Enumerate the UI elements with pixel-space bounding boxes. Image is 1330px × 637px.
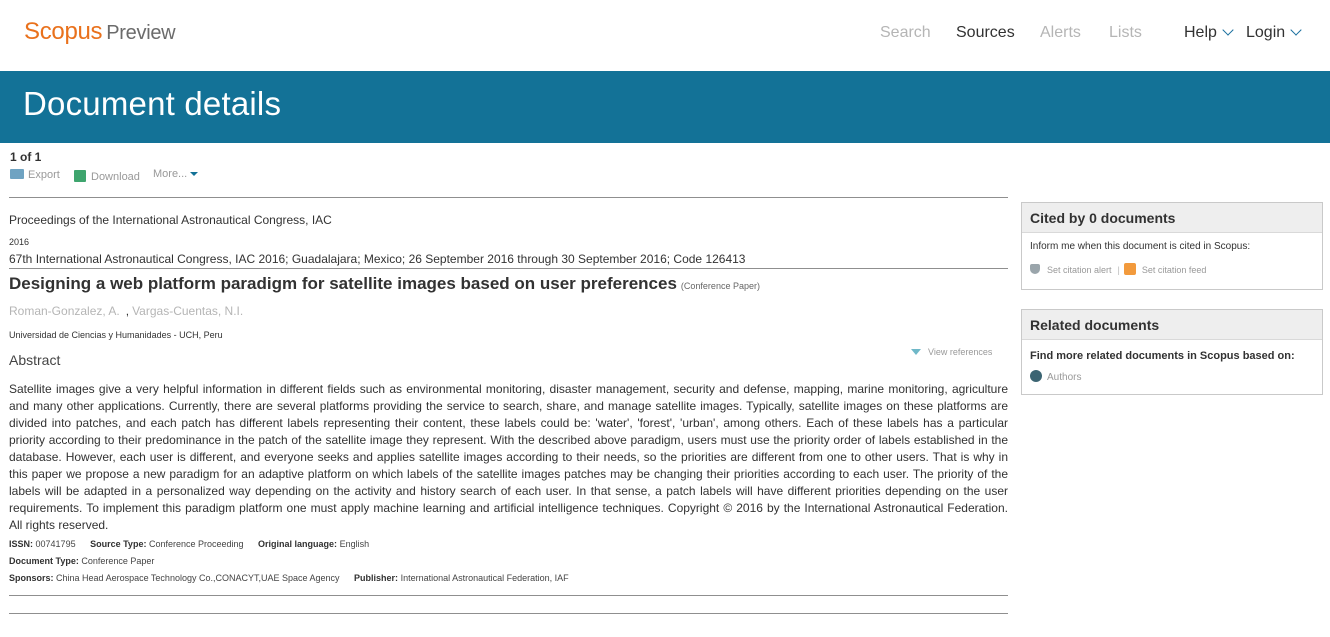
issn-value: 00741795 bbox=[35, 539, 76, 549]
language-label: Original language: bbox=[258, 539, 338, 549]
result-count: 1 of 1 bbox=[10, 150, 42, 164]
abstract-text: Satellite images give a very helpful inf… bbox=[9, 382, 1008, 532]
more-dropdown[interactable]: More... bbox=[153, 168, 199, 180]
source-title-link[interactable]: Proceedings of the International Astrona… bbox=[9, 213, 332, 227]
nav-sources-link[interactable]: Sources bbox=[956, 24, 1015, 42]
author-link[interactable]: Vargas-Cuentas, N.I. bbox=[132, 304, 243, 318]
set-citation-alert-link[interactable]: Set citation alert bbox=[1030, 264, 1112, 275]
page-title: Document details bbox=[23, 85, 282, 122]
divider bbox=[9, 595, 1008, 596]
related-documents-heading: Related documents bbox=[1022, 310, 1322, 340]
metadata-row: Sponsors: China Head Aerospace Technolog… bbox=[9, 573, 569, 583]
divider bbox=[9, 268, 1008, 269]
page-banner: Document details bbox=[0, 71, 1330, 143]
brand-subtitle: Preview bbox=[106, 22, 176, 44]
nav-alerts-link[interactable]: Alerts bbox=[1040, 24, 1081, 42]
document-type-value: Conference Paper bbox=[81, 556, 155, 566]
export-button[interactable]: Export bbox=[10, 168, 60, 181]
bell-icon bbox=[1030, 264, 1040, 274]
nav-help-menu[interactable]: Help bbox=[1184, 24, 1234, 42]
author-link[interactable]: Roman-Gonzalez, A. bbox=[9, 304, 120, 318]
caret-down-icon bbox=[190, 172, 199, 176]
download-button[interactable]: Download bbox=[74, 168, 140, 183]
document-title: Designing a web platform paradigm for sa… bbox=[9, 274, 760, 294]
related-documents-panel: Related documents Find more related docu… bbox=[1021, 309, 1323, 395]
nav-lists-link[interactable]: Lists bbox=[1109, 24, 1142, 42]
metadata-row: Document Type: Conference Paper bbox=[9, 556, 154, 566]
set-citation-alert-label: Set citation alert bbox=[1047, 265, 1112, 275]
related-documents-text: Find more related documents in Scopus ba… bbox=[1030, 350, 1295, 362]
cited-by-text: Inform me when this document is cited in… bbox=[1030, 241, 1251, 252]
triangle-down-icon bbox=[911, 349, 921, 355]
author-list: Roman-Gonzalez, A., Vargas-Cuentas, N.I. bbox=[9, 304, 243, 318]
nav-search-link[interactable]: Search bbox=[880, 24, 931, 42]
export-icon bbox=[10, 169, 24, 179]
document-title-text: Designing a web platform paradigm for sa… bbox=[9, 274, 677, 293]
document-type-label: Document Type: bbox=[9, 556, 79, 566]
metadata-row: ISSN: 00741795 Source Type: Conference P… bbox=[9, 539, 369, 549]
conference-info: 67th International Astronautical Congres… bbox=[9, 252, 746, 266]
nav-help-label: Help bbox=[1184, 24, 1217, 41]
top-navigation: Scopus Preview Search Sources Alerts List… bbox=[0, 0, 1330, 71]
source-type-label: Source Type: bbox=[90, 539, 147, 549]
source-type-value: Conference Proceeding bbox=[148, 539, 244, 549]
publisher-value: International Astronautical Federation, … bbox=[400, 573, 569, 583]
sponsors-value: China Head Aerospace Technology Co.,CONA… bbox=[56, 573, 340, 583]
publisher-label: Publisher: bbox=[354, 573, 399, 583]
chevron-down-icon bbox=[1290, 24, 1302, 36]
more-label: More... bbox=[153, 168, 188, 180]
cited-by-heading: Cited by 0 documents bbox=[1022, 203, 1322, 233]
link-separator: | bbox=[1117, 265, 1120, 275]
nav-login-menu[interactable]: Login bbox=[1246, 24, 1302, 42]
issn-label: ISSN: bbox=[9, 539, 34, 549]
publication-year: 2016 bbox=[9, 237, 30, 247]
divider bbox=[9, 613, 1008, 614]
search-icon bbox=[1030, 370, 1042, 382]
citation-links: Set citation alert | Set citation feed bbox=[1030, 261, 1314, 275]
view-references-label: View references bbox=[928, 347, 993, 357]
view-references-link[interactable]: View references bbox=[911, 347, 992, 357]
nav-login-label: Login bbox=[1246, 24, 1286, 41]
download-label: Download bbox=[91, 171, 140, 183]
abstract-heading: Abstract bbox=[9, 352, 61, 368]
set-citation-feed-link[interactable]: Set citation feed bbox=[1123, 263, 1207, 275]
language-value: English bbox=[339, 539, 370, 549]
divider bbox=[9, 197, 1008, 198]
set-citation-feed-label: Set citation feed bbox=[1141, 265, 1207, 275]
related-authors-link[interactable]: Authors bbox=[1030, 368, 1314, 383]
download-icon bbox=[74, 170, 86, 182]
rss-icon bbox=[1123, 263, 1136, 275]
brand-name: Scopus bbox=[24, 18, 103, 45]
scopus-logo[interactable]: Scopus Preview bbox=[24, 18, 176, 46]
document-type-tag: (Conference Paper) bbox=[680, 281, 760, 291]
author-separator: , bbox=[125, 304, 130, 318]
chevron-down-icon bbox=[1222, 24, 1234, 36]
affiliation: Universidad de Ciencias y Humanidades - … bbox=[9, 330, 223, 340]
sponsors-label: Sponsors: bbox=[9, 573, 54, 583]
related-authors-label: Authors bbox=[1047, 372, 1082, 383]
export-label: Export bbox=[28, 169, 60, 181]
cited-by-panel: Cited by 0 documents Inform me when this… bbox=[1021, 202, 1323, 290]
